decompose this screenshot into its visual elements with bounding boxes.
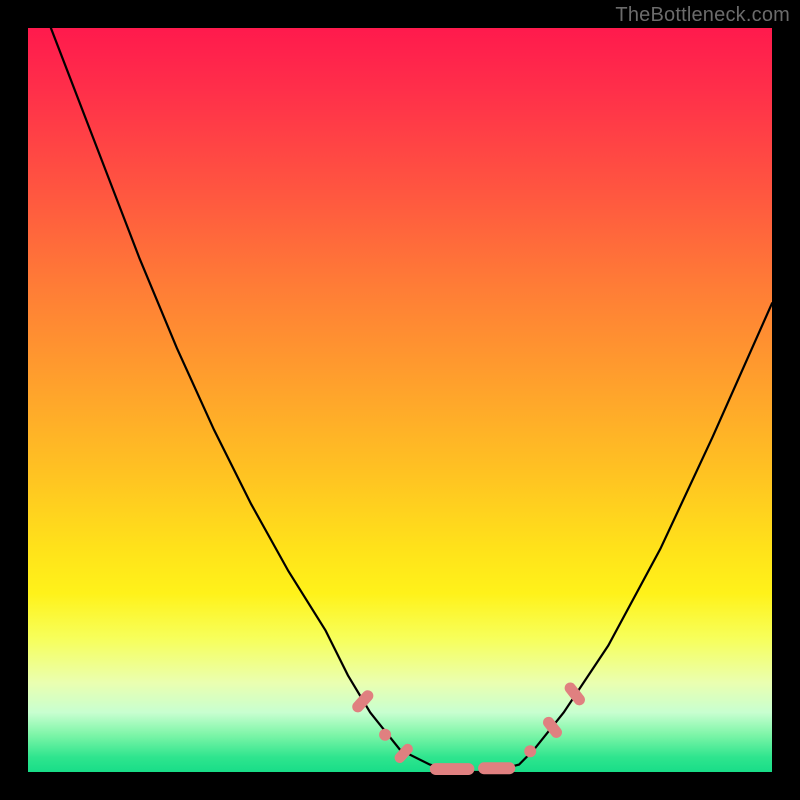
watermark-text: TheBottleneck.com: [615, 4, 790, 27]
marker-3: [430, 763, 475, 775]
bottleneck-curve: [28, 0, 772, 772]
markers-group: [350, 680, 587, 775]
plot-area: [28, 28, 772, 772]
marker-5: [524, 745, 536, 757]
marker-0: [350, 688, 376, 715]
marker-1: [379, 729, 391, 741]
curve-layer: [28, 28, 772, 772]
marker-4: [478, 762, 515, 774]
chart-frame: TheBottleneck.com: [0, 0, 800, 800]
